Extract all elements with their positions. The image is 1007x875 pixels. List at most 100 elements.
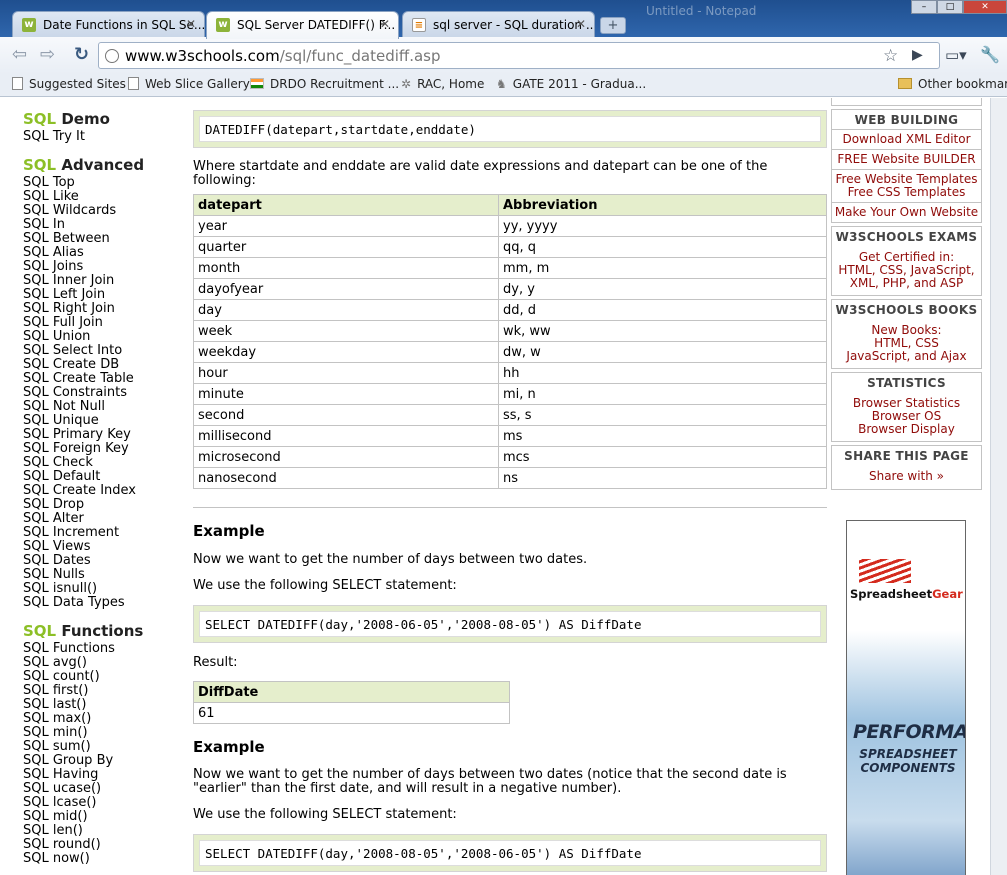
bookmark-drdo[interactable]: DRDO Recruitment ... <box>250 77 399 91</box>
wrench-icon[interactable]: 🔧 <box>980 45 1000 64</box>
table-row: week wk, ww <box>193 320 827 342</box>
nav-link[interactable]: SQL Constraints <box>23 386 173 400</box>
books-link[interactable]: New Books: HTML, CSS JavaScript, and Ajax <box>832 319 981 363</box>
box-title: W3SCHOOLS BOOKS <box>835 303 978 317</box>
nav-link[interactable]: SQL lcase() <box>23 796 173 810</box>
flag-icon <box>250 78 264 89</box>
nav-link[interactable]: SQL Between <box>23 232 173 246</box>
nav-link[interactable]: SQL Create DB <box>23 358 173 372</box>
nav-link[interactable]: SQL Union <box>23 330 173 344</box>
datepart-cell: month <box>193 257 499 279</box>
box-title: WEB BUILDING <box>854 113 959 127</box>
nav-link[interactable]: SQL Primary Key <box>23 428 173 442</box>
maximize-icon[interactable]: □ <box>937 0 963 14</box>
tab-close-icon[interactable]: ✕ <box>576 17 586 31</box>
nav-link[interactable]: SQL now() <box>23 852 173 866</box>
nav-link[interactable]: SQL Left Join <box>23 288 173 302</box>
nav-link[interactable]: SQL Drop <box>23 498 173 512</box>
nav-link[interactable]: SQL Dates <box>23 554 173 568</box>
nav-link[interactable]: SQL Alias <box>23 246 173 260</box>
nav-link[interactable]: SQL Create Index <box>23 484 173 498</box>
web-building-box: WEB BUILDING Download XML Editor FREE We… <box>831 109 982 223</box>
new-tab-button[interactable]: + <box>600 17 626 34</box>
browser-tabstrip: Untitled - Notepad w Date Functions in S… <box>0 0 1007 39</box>
nav-link[interactable]: SQL Joins <box>23 260 173 274</box>
nav-link[interactable]: SQL Views <box>23 540 173 554</box>
nav-link[interactable]: SQL ucase() <box>23 782 173 796</box>
nav-link[interactable]: SQL Inner Join <box>23 274 173 288</box>
nav-link[interactable]: SQL min() <box>23 726 173 740</box>
nav-link[interactable]: SQL Select Into <box>23 344 173 358</box>
other-bookmarks[interactable]: Other bookmarks <box>898 77 1007 91</box>
tab-sql-duration[interactable]: ≡ sql server - SQL duration ... ✕ <box>402 11 595 38</box>
nav-link[interactable]: SQL isnull() <box>23 582 173 596</box>
bookmark-star-icon[interactable]: ☆ <box>883 46 898 66</box>
nav-link[interactable]: SQL Having <box>23 768 173 782</box>
nav-link[interactable]: SQL sum() <box>23 740 173 754</box>
page-menu-icon[interactable]: ▭▾ <box>945 46 967 64</box>
back-arrow-icon[interactable]: ⇦ <box>12 46 27 64</box>
nav-link[interactable]: SQL last() <box>23 698 173 712</box>
nav-link[interactable]: SQL Group By <box>23 754 173 768</box>
tab-close-icon[interactable]: ✕ <box>380 17 390 31</box>
nav-link[interactable]: SQL Not Null <box>23 400 173 414</box>
minimize-icon[interactable]: – <box>911 0 937 14</box>
nav-link[interactable]: SQL Right Join <box>23 302 173 316</box>
nav-link[interactable]: SQL Default <box>23 470 173 484</box>
table-row: microsecond mcs <box>193 446 827 468</box>
nav-link[interactable]: SQL Wildcards <box>23 204 173 218</box>
nav-link[interactable]: SQL Check <box>23 456 173 470</box>
bookmark-rac-home[interactable]: ✲ RAC, Home <box>401 77 484 91</box>
play-extension-icon[interactable]: ▶ <box>912 47 923 63</box>
nav-link[interactable]: SQL Foreign Key <box>23 442 173 456</box>
nav-link[interactable]: SQL mid() <box>23 810 173 824</box>
table-row: hour hh <box>193 362 827 384</box>
nav-link[interactable]: SQL avg() <box>23 656 173 670</box>
share-link[interactable]: Share with » <box>832 465 981 483</box>
nav-link[interactable]: SQL Unique <box>23 414 173 428</box>
exams-link[interactable]: Get Certified in: HTML, CSS, JavaScript, X… <box>832 246 981 290</box>
nav-link[interactable]: SQL Create Table <box>23 372 173 386</box>
nav-link[interactable]: SQL Data Types <box>23 596 173 610</box>
website-builder-link[interactable]: FREE Website BUILDER <box>832 149 981 169</box>
page-scrollbar[interactable] <box>990 98 1007 875</box>
spreadsheetgear-ad[interactable]: SpreadsheetGear PERFORMANCE SPREADSHEET … <box>846 520 966 875</box>
browser-statistics-link[interactable]: Browser Statistics <box>832 392 981 410</box>
bookmark-web-slice-gallery[interactable]: Web Slice Gallery <box>128 77 250 91</box>
reload-icon[interactable]: ↻ <box>74 46 89 64</box>
tab-close-icon[interactable]: ✕ <box>186 17 196 31</box>
nav-link[interactable]: SQL max() <box>23 712 173 726</box>
bookmark-suggested-sites[interactable]: Suggested Sites <box>12 77 126 91</box>
make-website-link[interactable]: Make Your Own Website <box>832 202 981 222</box>
nav-link[interactable]: SQL count() <box>23 670 173 684</box>
nav-link[interactable]: SQL Alter <box>23 512 173 526</box>
templates-link[interactable]: Free Website Templates Free CSS Templates <box>832 169 981 202</box>
nav-link[interactable]: SQL In <box>23 218 173 232</box>
page-content: SQL Demo SQL Try It SQL Advanced SQL Top… <box>0 98 1007 875</box>
abbreviation-cell: dd, d <box>498 299 827 321</box>
nav-link[interactable]: SQL Functions <box>23 642 173 656</box>
tab-datediff[interactable]: w SQL Server DATEDIFF() F... ✕ <box>206 11 399 39</box>
nav-link[interactable]: SQL Nulls <box>23 568 173 582</box>
forward-arrow-icon[interactable]: ⇨ <box>40 46 55 64</box>
url-path: /sql/func_datediff.asp <box>279 47 441 65</box>
nav-link[interactable]: SQL Full Join <box>23 316 173 330</box>
window-close-icon[interactable]: ✕ <box>963 0 1007 14</box>
table-row: day dd, d <box>193 299 827 321</box>
nav-heading: SQL Demo <box>23 110 110 128</box>
nav-link[interactable]: SQL len() <box>23 824 173 838</box>
bookmark-label: Web Slice Gallery <box>145 77 250 91</box>
tab-date-functions[interactable]: w Date Functions in SQL Se... ✕ <box>12 11 205 38</box>
datepart-cell: weekday <box>193 341 499 363</box>
bookmark-gate-2011[interactable]: ♞ GATE 2011 - Gradua... <box>496 77 646 91</box>
download-xml-editor-link[interactable]: Download XML Editor <box>832 129 981 149</box>
nav-link[interactable]: SQL Try It <box>23 130 173 144</box>
nav-link[interactable]: SQL Top <box>23 176 173 190</box>
nav-link[interactable]: SQL first() <box>23 684 173 698</box>
bookmark-label: GATE 2011 - Gradua... <box>512 77 647 91</box>
nav-link[interactable]: SQL Increment <box>23 526 173 540</box>
address-bar[interactable]: www.w3schools.com/sql/func_datediff.asp <box>98 42 940 69</box>
nav-link[interactable]: SQL round() <box>23 838 173 852</box>
nav-link[interactable]: SQL Like <box>23 190 173 204</box>
browser-display-link[interactable]: Browser Display <box>832 423 981 436</box>
